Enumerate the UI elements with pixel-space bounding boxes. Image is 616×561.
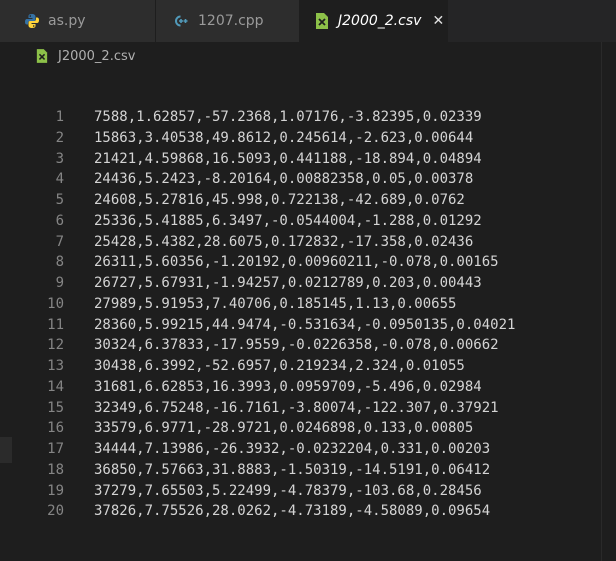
line-number: 11: [47, 316, 64, 333]
line-text: 36850,7.57663,31.8883,-1.50319,-14.5191,…: [94, 461, 491, 478]
line-text: 24436,5.2423,-8.20164,0.00882358,0.05,0.…: [94, 171, 474, 188]
code-line: 3 21421,4.59868,16.5093,0.441188,-18.894,…: [0, 149, 616, 170]
line-number: 8: [55, 254, 64, 271]
code-line: 5 24608,5.27816,45.998,0.722138,-42.689,0…: [0, 190, 616, 211]
line-number: 3: [55, 150, 64, 167]
code-line: 8 26311,5.60356,-1.20192,0.00960211,-0.07…: [0, 252, 616, 273]
code-line: 13 30438,6.3992,-52.6957,0.219234,2.324,0…: [0, 356, 616, 377]
code-line: 10 27989,5.91953,7.40706,0.185145,1.13,0.…: [0, 294, 616, 315]
python-icon: [24, 13, 40, 29]
code-line: 20 37826,7.75526,28.0262,-4.73189,-4.5808…: [0, 501, 616, 522]
code-line: 7 25428,5.4382,28.6075,0.172832,-17.358,0…: [0, 232, 616, 253]
code-line: 16 33579,6.9771,-28.9721,0.0246898,0.133,…: [0, 418, 616, 439]
line-number: 15: [47, 399, 64, 416]
breadcrumb: J2000_2.csv: [0, 42, 616, 70]
code-line: 12 30324,6.37833,-17.9559,-0.0226358,-0.0…: [0, 335, 616, 356]
tab-label: as.py: [48, 13, 86, 29]
line-text: 37279,7.65503,5.22499,-4.78379,-103.68,0…: [94, 482, 482, 499]
code-line: 18 36850,7.57663,31.8883,-1.50319,-14.519…: [0, 460, 616, 481]
line-number: 19: [47, 482, 64, 499]
code-line: 17 34444,7.13986,-26.3932,-0.0232204,0.33…: [0, 439, 616, 460]
tab-label: 1207.cpp: [198, 13, 264, 29]
line-number: 20: [47, 503, 64, 520]
code-editor[interactable]: 1 7588,1.62857,-57.2368,1.07176,-3.82395,…: [0, 107, 616, 561]
close-icon[interactable]: ✕: [431, 13, 445, 29]
code-line: 2 15863,3.40538,49.8612,0.245614,-2.623,0…: [0, 128, 616, 149]
line-text: 21421,4.59868,16.5093,0.441188,-18.894,0…: [94, 150, 482, 167]
tab-as-py[interactable]: as.py: [0, 0, 156, 42]
csv-icon: [314, 13, 330, 29]
line-text: 25428,5.4382,28.6075,0.172832,-17.358,0.…: [94, 233, 474, 250]
line-text: 37826,7.75526,28.0262,-4.73189,-4.58089,…: [94, 503, 491, 520]
line-number: 5: [55, 192, 64, 208]
cpp-icon: [174, 13, 190, 29]
vertical-scrollbar[interactable]: [601, 42, 616, 561]
line-number: 14: [47, 378, 64, 395]
line-number: 18: [47, 461, 64, 478]
line-text: 30324,6.37833,-17.9559,-0.0226358,-0.078…: [94, 337, 499, 354]
line-number: 17: [47, 441, 64, 457]
line-number: 2: [55, 129, 64, 146]
tab-1207-cpp[interactable]: 1207.cpp: [156, 0, 300, 42]
line-number: 6: [55, 212, 64, 229]
line-number: 9: [55, 275, 64, 291]
csv-icon: [36, 49, 50, 63]
breadcrumb-file[interactable]: J2000_2.csv: [58, 49, 135, 64]
editor-window: as.py 1207.cpp J2000_2.csv ✕ J2000_2.csv…: [0, 0, 616, 561]
line-text: 33579,6.9771,-28.9721,0.0246898,0.133,0.…: [94, 420, 474, 437]
code-line: 1 7588,1.62857,-57.2368,1.07176,-3.82395,…: [0, 107, 616, 128]
line-number: 1: [55, 109, 64, 125]
code-line: 14 31681,6.62853,16.3993,0.0959709,-5.496…: [0, 377, 616, 398]
tab-bar: as.py 1207.cpp J2000_2.csv ✕: [0, 0, 616, 42]
line-number: 10: [47, 295, 64, 312]
line-text: 31681,6.62853,16.3993,0.0959709,-5.496,0…: [94, 378, 482, 395]
line-number: 13: [47, 358, 64, 374]
line-text: 28360,5.99215,44.9474,-0.531634,-0.09501…: [94, 316, 516, 333]
code-line: 9 26727,5.67931,-1.94257,0.0212789,0.203,…: [0, 273, 616, 294]
tab-j2000-csv[interactable]: J2000_2.csv ✕: [300, 0, 448, 42]
line-text: 24608,5.27816,45.998,0.722138,-42.689,0.…: [94, 192, 465, 208]
line-text: 32349,6.75248,-16.7161,-3.80074,-122.307…: [94, 399, 499, 416]
code-line: 19 37279,7.65503,5.22499,-4.78379,-103.68…: [0, 481, 616, 502]
line-text: 26727,5.67931,-1.94257,0.0212789,0.203,0…: [94, 275, 482, 291]
line-text: 26311,5.60356,-1.20192,0.00960211,-0.078…: [94, 254, 499, 271]
line-text: 15863,3.40538,49.8612,0.245614,-2.623,0.…: [94, 129, 474, 146]
line-text: 7588,1.62857,-57.2368,1.07176,-3.82395,0…: [94, 109, 482, 125]
line-text: 34444,7.13986,-26.3932,-0.0232204,0.331,…: [94, 441, 491, 457]
code-line: 15 32349,6.75248,-16.7161,-3.80074,-122.3…: [0, 398, 616, 419]
code-line: 6 25336,5.41885,6.3497,-0.0544004,-1.288,…: [0, 211, 616, 232]
line-text: 30438,6.3992,-52.6957,0.219234,2.324,0.0…: [94, 358, 465, 374]
tab-label: J2000_2.csv: [338, 13, 422, 29]
line-text: 25336,5.41885,6.3497,-0.0544004,-1.288,0…: [94, 212, 482, 229]
line-number: 4: [55, 171, 64, 188]
code-line: 4 24436,5.2423,-8.20164,0.00882358,0.05,0…: [0, 169, 616, 190]
line-number: 16: [47, 420, 64, 437]
line-number: 12: [47, 337, 64, 354]
line-text: 27989,5.91953,7.40706,0.185145,1.13,0.00…: [94, 295, 457, 312]
code-line: 11 28360,5.99215,44.9474,-0.531634,-0.095…: [0, 315, 616, 336]
line-number: 7: [55, 233, 64, 250]
